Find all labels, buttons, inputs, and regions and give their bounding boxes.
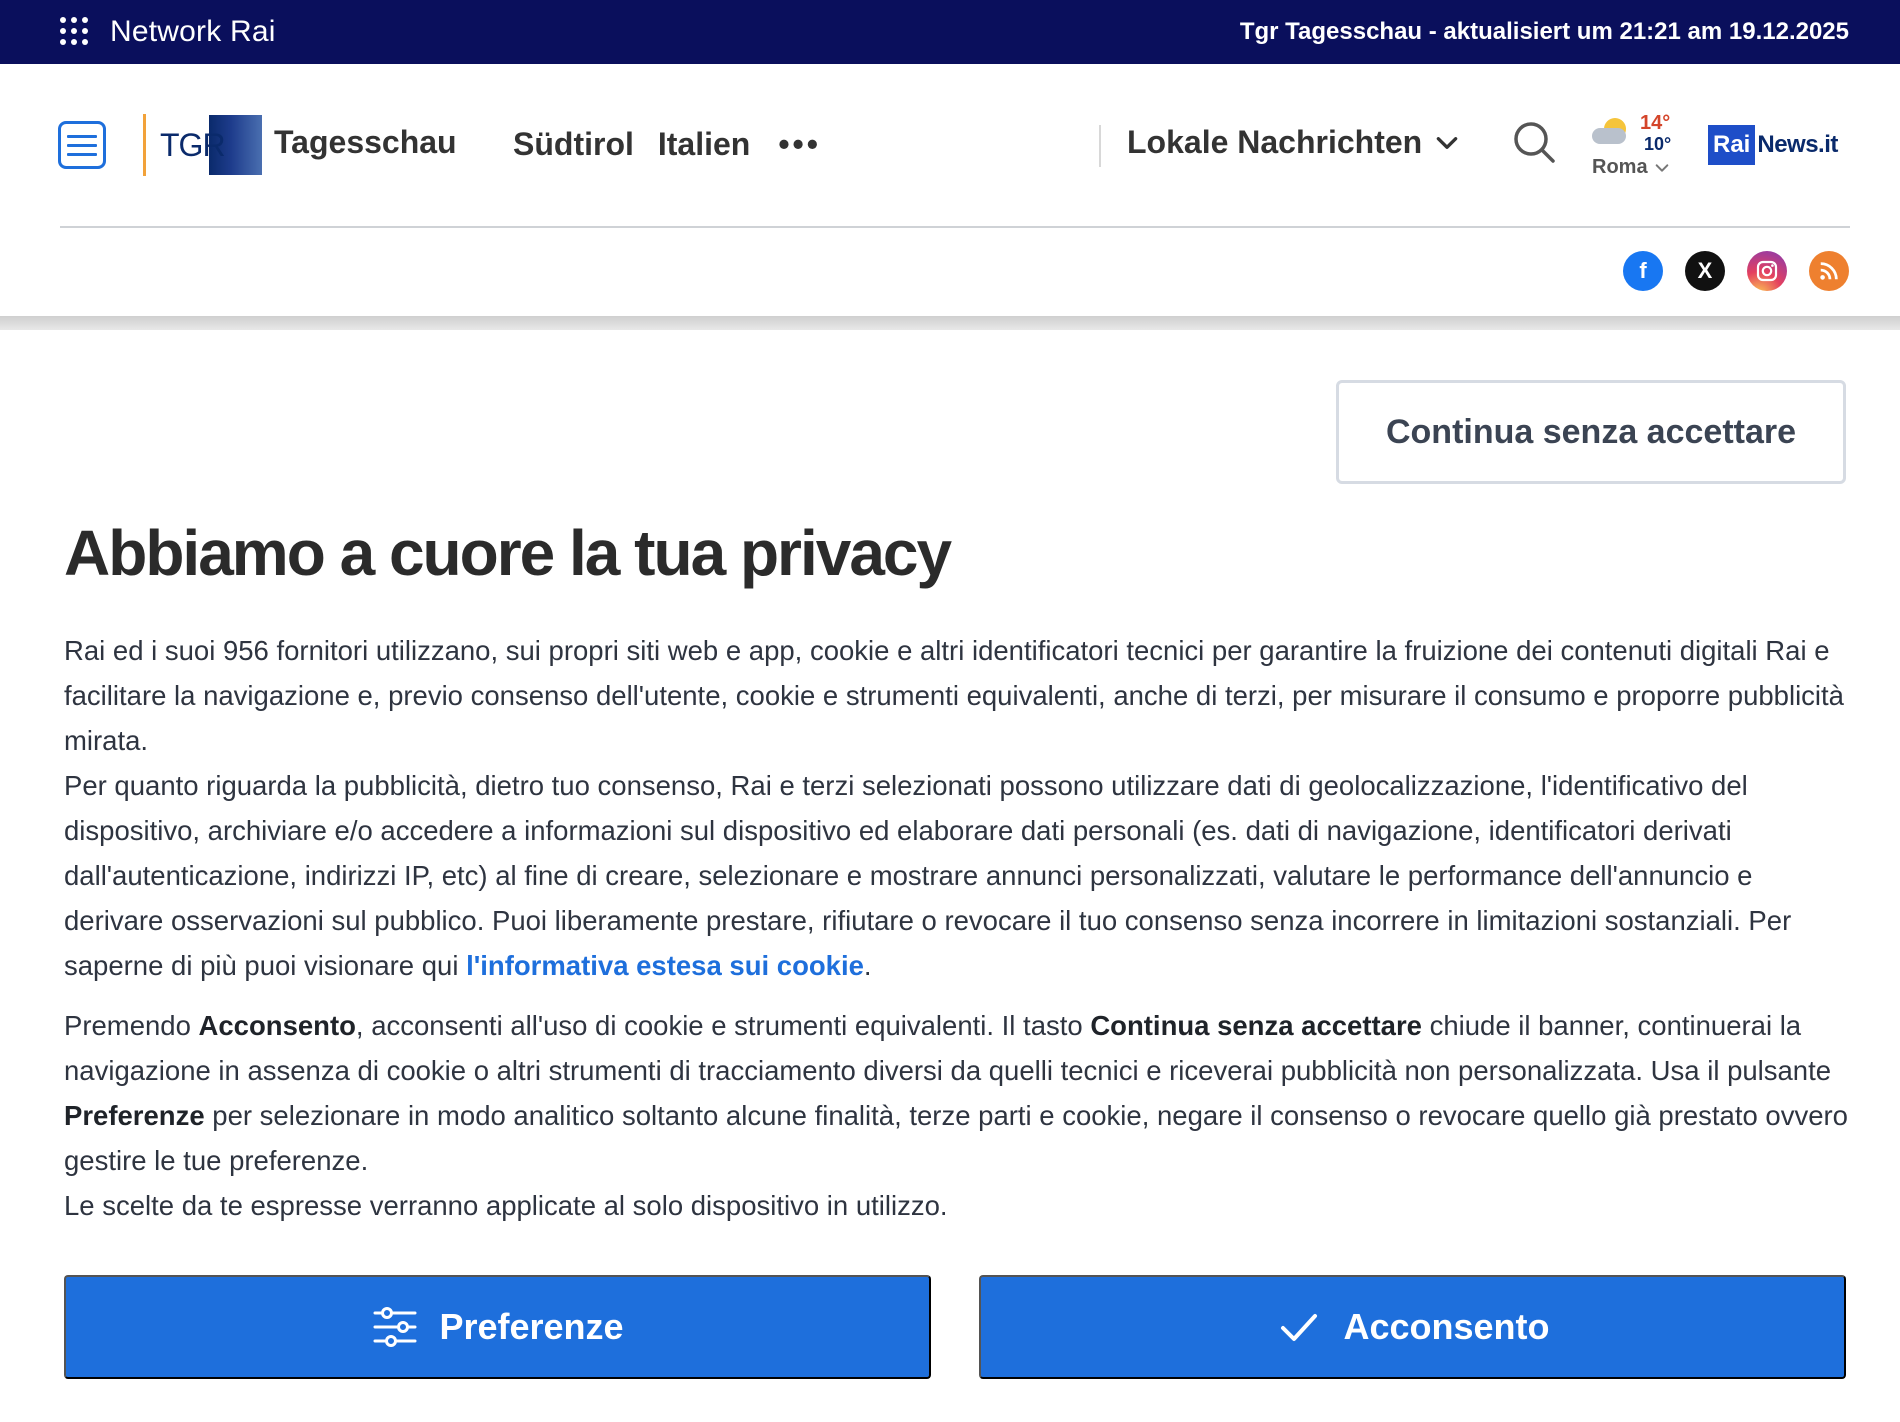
main-nav: Südtirol Italien ••• [513, 126, 821, 163]
instagram-glyph [1756, 260, 1778, 282]
apps-grid-icon[interactable] [60, 17, 90, 47]
site-header: TGR Tagesschau Südtirol Italien ••• Loka… [0, 64, 1900, 228]
nav-item-suedtirol[interactable]: Südtirol [513, 126, 634, 163]
rss-icon[interactable] [1809, 251, 1849, 291]
cloud-icon [1592, 128, 1626, 144]
temp-min: 10° [1644, 134, 1672, 154]
hamburger-menu-icon[interactable] [58, 121, 106, 169]
header-divider [1099, 125, 1101, 167]
network-bar: Network Rai Tgr Tagesschau - aktualisier… [0, 0, 1900, 64]
chevron-down-icon [1436, 136, 1458, 149]
dialog-title: Abbiamo a cuore la tua privacy [64, 517, 952, 589]
p3-a: Premendo [64, 1010, 199, 1041]
rai-logo-box: Rai [1708, 125, 1756, 165]
p3-g: per selezionare in modo analitico soltan… [64, 1100, 1848, 1176]
x-icon[interactable]: X [1685, 251, 1725, 291]
accept-button[interactable]: Acconsento [979, 1275, 1846, 1379]
social-links: f X [1623, 251, 1849, 291]
p3-f: Preferenze [64, 1100, 205, 1131]
preferences-button[interactable]: Preferenze [64, 1275, 931, 1379]
paragraph-3: Premendo Acconsento, acconsenti all'uso … [64, 1003, 1854, 1228]
update-timestamp: Tgr Tagesschau - aktualisiert um 21:21 a… [1239, 18, 1849, 45]
paragraph-2-text: Per quanto riguarda la pubblicità, dietr… [64, 770, 1792, 981]
rss-glyph [1820, 262, 1838, 280]
preferences-label: Preferenze [439, 1306, 624, 1347]
header-rule [60, 226, 1850, 228]
more-icon[interactable]: ••• [778, 126, 821, 163]
rainews-logo[interactable]: Rai News.it [1708, 122, 1838, 168]
p3-d: Continua senza accettare [1090, 1010, 1422, 1041]
check-icon [1281, 1314, 1318, 1341]
weather-widget[interactable]: 14° 10° Roma [1588, 112, 1678, 182]
temp-max: 14° [1640, 112, 1671, 134]
lokale-label: Lokale Nachrichten [1127, 124, 1423, 160]
paragraph-1-text: Rai ed i suoi 956 fornitori utilizzano, … [64, 635, 1844, 756]
cookie-consent-dialog: Continua senza accettare Abbiamo a cuore… [0, 330, 1900, 1422]
p3-b: Acconsento [198, 1010, 356, 1041]
network-title[interactable]: Network Rai [110, 15, 276, 49]
lokale-nachrichten-dropdown[interactable]: Lokale Nachrichten [1127, 124, 1460, 161]
logo-title[interactable]: Tagesschau [274, 124, 457, 161]
weather-city: Roma [1592, 156, 1648, 178]
search-icon[interactable] [1512, 120, 1556, 164]
paragraph-4-text: Le scelte da te espresse verranno applic… [64, 1190, 948, 1221]
nav-item-italien[interactable]: Italien [658, 126, 750, 163]
paragraph-2-end: . [863, 950, 872, 981]
logo-accent-bar [143, 114, 146, 176]
cookie-policy-link[interactable]: l'informativa estesa sui cookie [466, 950, 864, 981]
sliders-icon [373, 1307, 417, 1347]
paragraph-1: Rai ed i suoi 956 fornitori utilizzano, … [64, 628, 1854, 988]
tgr-logo-text: TGR [160, 126, 226, 163]
facebook-icon[interactable]: f [1623, 251, 1663, 291]
weather-city-select[interactable]: Roma [1592, 156, 1670, 179]
accept-label: Acconsento [1343, 1306, 1550, 1347]
overlay-shadow [0, 316, 1900, 330]
dialog-body: Rai ed i suoi 956 fornitori utilizzano, … [64, 628, 1854, 1243]
continue-without-accepting-button[interactable]: Continua senza accettare [1336, 380, 1846, 484]
p3-c: , acconsenti all'uso di cookie e strumen… [355, 1010, 1091, 1041]
tgr-logo[interactable]: TGR [160, 115, 262, 175]
instagram-icon[interactable] [1747, 251, 1787, 291]
network-menu[interactable]: Network Rai [60, 15, 276, 49]
rai-logo-news: News.it [1757, 131, 1838, 158]
chevron-down-icon [1655, 163, 1668, 172]
